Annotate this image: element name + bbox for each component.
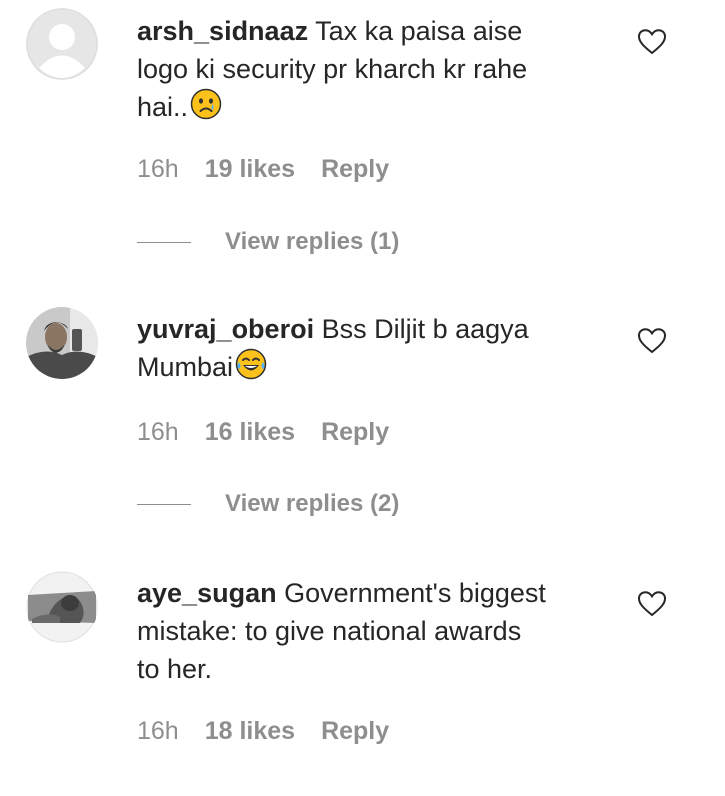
divider-line [137,503,191,505]
comment-meta: 16h 16 likes Reply [137,417,389,447]
view-replies-button[interactable]: View replies (1) [137,228,399,256]
reply-button[interactable]: Reply [321,154,389,184]
comment-text: mistake: to give national awards [137,616,522,646]
view-replies-label: View replies (2) [225,490,400,517]
reply-button[interactable]: Reply [321,417,389,447]
crying-face-emoji-icon [190,88,222,130]
tears-of-joy-emoji-icon [235,348,267,390]
user-photo-icon [26,571,98,643]
comment-text: logo ki security pr kharch kr rahe [137,54,528,84]
comment-body: yuvraj_oberoi Bss Diljit b aagya Mumbai [137,310,607,390]
comment-likes[interactable]: 19 likes [205,154,295,184]
comment-text: Tax ka paisa aise [315,16,523,46]
divider-line [137,241,191,243]
user-photo-icon [26,307,98,379]
comment-time: 16h [137,717,179,745]
comments-list: arsh_sidnaaz Tax ka paisa aise logo ki s… [0,0,725,796]
comment-text: hai.. [137,92,189,122]
reply-button[interactable]: Reply [321,716,389,746]
comment-meta: 16h 19 likes Reply [137,154,389,184]
comment-text: Mumbai [137,352,234,382]
comment-username[interactable]: aye_sugan [137,578,277,608]
comment-username[interactable]: arsh_sidnaaz [137,16,308,46]
comment-body: aye_sugan Government's biggest mistake: … [137,574,607,688]
comment-username[interactable]: yuvraj_oberoi [137,314,314,344]
comment-text: Government's biggest [284,578,546,608]
comment-likes[interactable]: 18 likes [205,716,295,746]
comment-meta: 16h 18 likes Reply [137,716,389,746]
like-heart-icon[interactable] [637,328,667,354]
comment-body: arsh_sidnaaz Tax ka paisa aise logo ki s… [137,12,607,130]
like-heart-icon[interactable] [637,29,667,55]
comment-text: to her. [137,654,213,684]
avatar[interactable] [26,8,98,80]
view-replies-button[interactable]: View replies (2) [137,490,399,518]
comment-time: 16h [137,155,179,183]
comment-text: Bss Diljit b aagya [321,314,529,344]
like-heart-icon[interactable] [637,591,667,617]
default-avatar-icon [26,8,98,80]
comment-likes[interactable]: 16 likes [205,417,295,447]
comment-time: 16h [137,418,179,446]
avatar[interactable] [26,571,98,643]
avatar[interactable] [26,307,98,379]
view-replies-label: View replies (1) [225,228,400,255]
